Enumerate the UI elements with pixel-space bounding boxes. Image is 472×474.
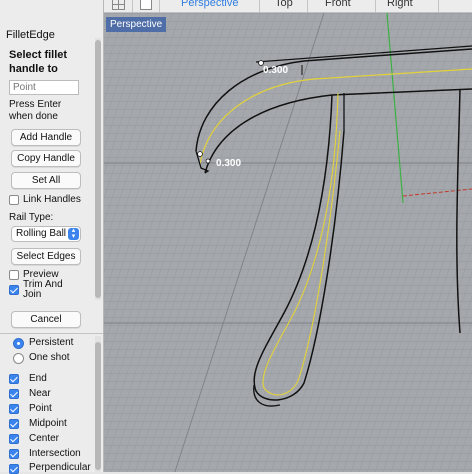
osnap-midpoint-label: Midpoint [29,418,67,429]
perspective-viewport[interactable]: 0.300 0.300 [104,13,472,472]
link-handles-checkbox[interactable] [9,195,19,205]
viewport-scene [104,13,472,472]
osnap-midpoint-checkbox[interactable] [9,419,19,429]
rail-type-value: Rolling Ball [16,228,67,239]
toolbar-separator [307,0,308,12]
single-view-icon[interactable] [140,0,152,10]
scrollbar-thumb[interactable] [95,342,101,470]
copy-handle-button[interactable]: Copy Handle [11,150,81,167]
trim-and-join-checkbox[interactable] [9,285,19,295]
panel-scrollbar[interactable] [95,38,101,300]
preview-checkbox[interactable] [9,270,19,280]
osnap-perpendicular-checkbox[interactable] [9,464,19,474]
tab-top[interactable]: Top [275,0,293,9]
persistent-radio[interactable] [13,338,24,349]
fillet-radius-label[interactable]: 0.300 [263,65,288,76]
panel-title: FilletEdge [6,29,55,41]
toolbar-separator [438,0,439,12]
fillet-radius-label[interactable]: 0.300 [216,158,241,169]
osnap-intersection-label: Intersection [29,448,81,459]
osnap-end-label: End [29,373,47,384]
osnap-perpendicular-label: Perpendicular [29,462,91,473]
construction-grid [104,13,472,472]
tab-right[interactable]: Right [387,0,413,9]
prompt-text: Select fillet handle to [9,49,68,75]
persistent-label: Persistent [29,337,74,348]
osnap-near-checkbox[interactable] [9,389,19,399]
toolbar-separator [259,0,260,12]
osnap-near-label: Near [29,388,51,399]
trim-and-join-label: Trim And Join [23,279,63,300]
osnap-center-label: Center [29,433,60,444]
tab-front[interactable]: Front [325,0,351,9]
cancel-button[interactable]: Cancel [11,311,81,328]
toolbar-separator [159,0,160,12]
osnap-intersection-checkbox[interactable] [9,449,19,459]
osnap-center-checkbox[interactable] [9,434,19,444]
one-shot-radio[interactable] [13,353,24,364]
rail-type-select[interactable]: Rolling Ball ▴ ▾ [11,226,81,242]
panel-divider [0,333,103,334]
fillet-edge-panel: FilletEdge Select fillet handle to Press… [0,0,104,474]
grid-layout-icon[interactable] [112,0,125,10]
osnap-point-label: Point [29,403,52,414]
osnap-end-checkbox[interactable] [9,374,19,384]
osnap-scrollbar[interactable] [95,336,101,472]
tab-perspective[interactable]: Perspective [181,0,238,9]
set-all-button[interactable]: Set All [11,172,81,189]
viewport-title[interactable]: Perspective [106,17,167,32]
viewport-tab-bar: Perspective Top Front Right [104,0,472,13]
toolbar-separator [132,0,133,12]
scrollbar-thumb[interactable] [95,40,101,298]
stepper-icon: ▴ ▾ [68,227,79,240]
select-edges-button[interactable]: Select Edges [11,248,81,265]
add-handle-button[interactable]: Add Handle [11,129,81,146]
toolbar-separator [375,0,376,12]
link-handles-label: Link Handles [23,194,81,205]
point-input[interactable] [9,80,79,95]
rail-type-label: Rail Type: [9,212,54,223]
osnap-point-checkbox[interactable] [9,404,19,414]
hint-text: Press Enter when done [9,99,62,122]
one-shot-label: One shot [29,352,70,363]
